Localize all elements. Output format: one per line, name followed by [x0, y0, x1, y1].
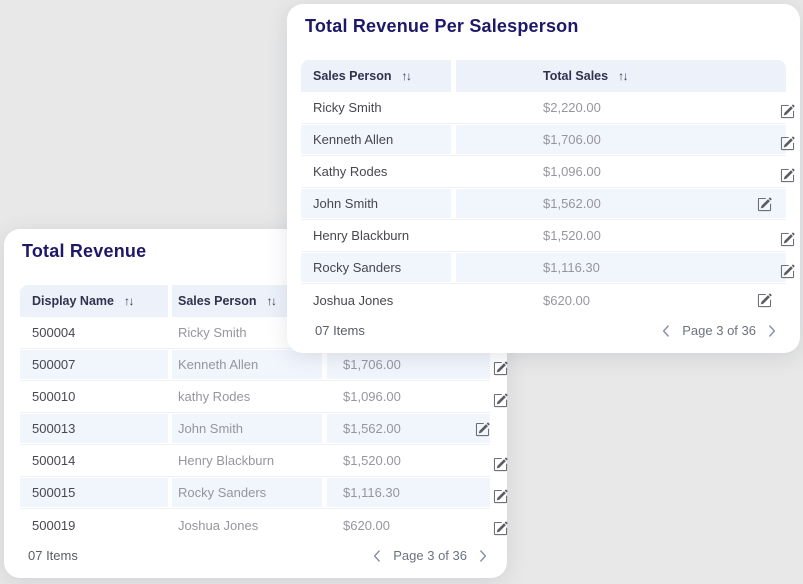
table-footer: 07 Items Page 3 of 36: [287, 312, 800, 353]
table-row[interactable]: 500007 Kenneth Allen $1,706.00: [20, 349, 490, 381]
column-header-label: Display Name: [32, 294, 114, 308]
edit-row-icon[interactable]: [492, 488, 508, 504]
table-row[interactable]: 500014 Henry Blackburn $1,520.00: [20, 445, 490, 477]
cell-total-sales: $1,706.00: [327, 349, 490, 380]
cell-total-sales: $1,096.00: [456, 156, 786, 187]
page-indicator: Page 3 of 36: [393, 548, 467, 563]
edit-row-icon[interactable]: [492, 360, 508, 376]
previous-page-icon[interactable]: [662, 325, 670, 337]
cell-sales-person: John Smith: [301, 188, 451, 219]
column-header-display-name[interactable]: Display Name ↑↓: [20, 285, 168, 317]
cell-display-name: 500014: [20, 445, 168, 476]
table-row[interactable]: Kenneth Allen $1,706.00: [301, 124, 786, 156]
items-count: 07 Items: [28, 548, 78, 563]
column-header-label: Sales Person: [178, 294, 257, 308]
next-page-icon[interactable]: [768, 325, 776, 337]
cell-total-sales: $1,116.30: [327, 477, 490, 508]
revenue-per-salesperson-table: Sales Person ↑↓ Total Sales ↑↓ Ricky Smi…: [301, 60, 786, 316]
page-indicator: Page 3 of 36: [682, 323, 756, 338]
column-header-total-sales[interactable]: Total Sales ↑↓: [456, 60, 786, 92]
edit-row-icon[interactable]: [492, 456, 508, 472]
column-header-label: Total Sales: [543, 69, 608, 83]
edit-row-icon[interactable]: [779, 231, 795, 247]
cell-total-sales: $2,220.00: [456, 92, 786, 123]
edit-row-icon[interactable]: [756, 292, 772, 308]
sort-icon[interactable]: ↑↓: [618, 70, 627, 82]
table-row[interactable]: Kathy Rodes $1,096.00: [301, 156, 786, 188]
edit-row-icon[interactable]: [492, 520, 508, 536]
cell-total-sales: $1,706.00: [456, 124, 786, 155]
sort-icon[interactable]: ↑↓: [402, 70, 411, 82]
edit-row-icon[interactable]: [756, 196, 772, 212]
cell-sales-person: Kenneth Allen: [301, 124, 451, 155]
table-header-row: Sales Person ↑↓ Total Sales ↑↓: [301, 60, 786, 92]
cell-total-sales: $1,520.00: [327, 445, 490, 476]
previous-page-icon[interactable]: [373, 550, 381, 562]
table-row[interactable]: 500013 John Smith $1,562.00: [20, 413, 490, 445]
table-footer: 07 Items Page 3 of 36: [4, 537, 507, 578]
next-page-icon[interactable]: [479, 550, 487, 562]
cell-sales-person: Rocky Sanders: [172, 477, 322, 508]
cell-total-sales: $1,520.00: [456, 220, 786, 251]
cell-total-sales: $1,562.00: [327, 413, 490, 444]
cell-total-sales: $1,116.30: [456, 252, 786, 283]
column-header-label: Sales Person: [313, 69, 392, 83]
page-title: Total Revenue Per Salesperson: [305, 14, 782, 38]
table-row[interactable]: John Smith $1,562.00: [301, 188, 786, 220]
table-row[interactable]: Ricky Smith $2,220.00: [301, 92, 786, 124]
cell-total-sales: $1,096.00: [327, 381, 490, 412]
cell-sales-person: Rocky Sanders: [301, 252, 451, 283]
items-count: 07 Items: [315, 323, 365, 338]
edit-row-icon[interactable]: [474, 421, 490, 437]
sort-icon[interactable]: ↑↓: [267, 295, 276, 307]
cell-total-sales: $1,562.00: [456, 188, 786, 219]
table-row[interactable]: Henry Blackburn $1,520.00: [301, 220, 786, 252]
card-total-revenue-per-salesperson: Total Revenue Per Salesperson Sales Pers…: [287, 4, 800, 353]
column-header-sales-person[interactable]: Sales Person ↑↓: [301, 60, 451, 92]
cell-sales-person: kathy Rodes: [172, 381, 322, 412]
cell-sales-person: Kathy Rodes: [301, 156, 451, 187]
edit-row-icon[interactable]: [779, 103, 795, 119]
cell-sales-person: John Smith: [172, 413, 322, 444]
edit-row-icon[interactable]: [492, 392, 508, 408]
pagination: Page 3 of 36: [662, 323, 776, 338]
cell-display-name: 500004: [20, 317, 168, 348]
cell-display-name: 500013: [20, 413, 168, 444]
edit-row-icon[interactable]: [779, 135, 795, 151]
cell-sales-person: Kenneth Allen: [172, 349, 322, 380]
cell-sales-person: Henry Blackburn: [301, 220, 451, 251]
edit-row-icon[interactable]: [779, 167, 795, 183]
cell-sales-person: Henry Blackburn: [172, 445, 322, 476]
pagination: Page 3 of 36: [373, 548, 487, 563]
cell-sales-person: Ricky Smith: [301, 92, 451, 123]
edit-row-icon[interactable]: [779, 263, 795, 279]
cell-display-name: 500007: [20, 349, 168, 380]
canvas: { "theme": { "page_bg": "#e8e8e8", "card…: [0, 0, 803, 584]
cell-display-name: 500010: [20, 381, 168, 412]
table-row[interactable]: 500010 kathy Rodes $1,096.00: [20, 381, 490, 413]
cell-display-name: 500015: [20, 477, 168, 508]
table-row[interactable]: 500015 Rocky Sanders $1,116.30: [20, 477, 490, 509]
table-row[interactable]: Rocky Sanders $1,116.30: [301, 252, 786, 284]
sort-icon[interactable]: ↑↓: [124, 295, 133, 307]
